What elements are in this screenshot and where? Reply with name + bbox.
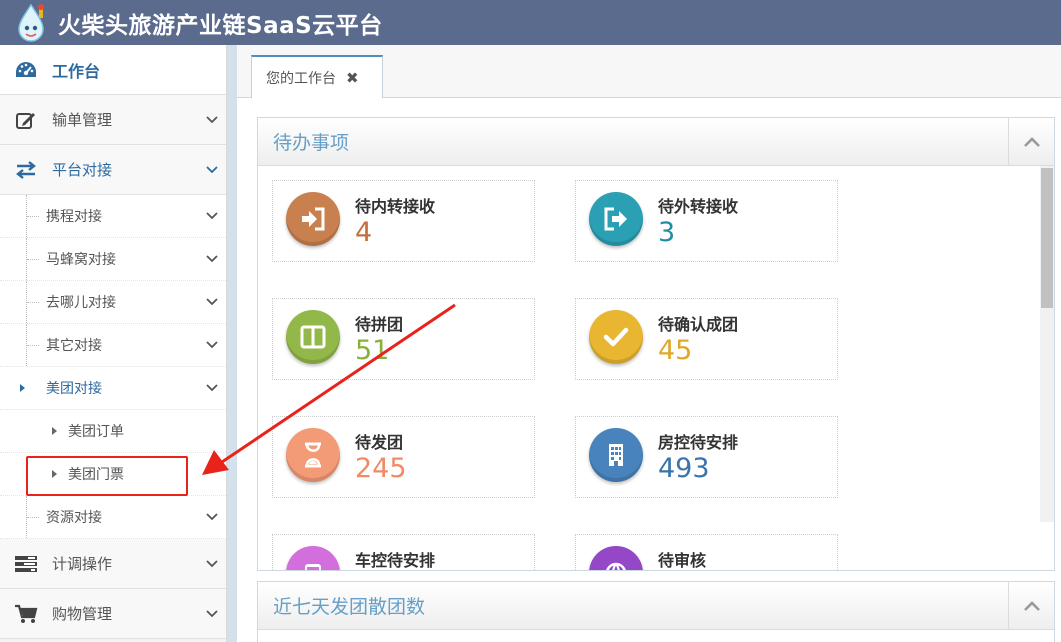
annotation-arrow xyxy=(202,303,456,475)
